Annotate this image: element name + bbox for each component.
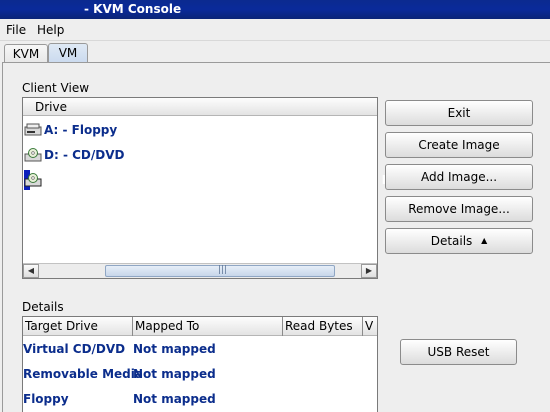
chevron-up-icon: ▲	[481, 236, 488, 245]
drive-label: S:\Software\Custom-Cisco-5.5.1.3.iso - I…	[44, 173, 407, 187]
mapped-to-cell: Not mapped	[133, 367, 216, 381]
tab-kvm[interactable]: KVM	[4, 44, 48, 64]
details-table[interactable]: Target Drive Mapped To Read Bytes V Virt…	[22, 316, 378, 412]
mapped-to-cell: Not mapped	[133, 342, 216, 356]
window-title: - KVM Console	[84, 2, 182, 16]
iso-image-icon	[24, 173, 42, 187]
drive-column-header[interactable]: Drive	[23, 98, 377, 116]
scroll-thumb[interactable]: |||	[105, 265, 335, 277]
col-v[interactable]: V	[363, 317, 377, 336]
details-label: Details	[22, 300, 64, 314]
table-row[interactable]: Virtual CD/DVD Not mapped	[23, 337, 377, 361]
details-button[interactable]: Details ▲	[385, 228, 533, 254]
drive-column-label: Drive	[35, 100, 67, 114]
horizontal-scrollbar[interactable]: ◀ ||| ▶	[23, 263, 377, 278]
usb-reset-button[interactable]: USB Reset	[400, 339, 517, 365]
table-row[interactable]: Removable Media Not mapped	[23, 362, 377, 386]
scroll-right-icon[interactable]: ▶	[361, 264, 377, 278]
drive-row-iso[interactable]: S:\Software\Custom-Cisco-5.5.1.3.iso - I…	[24, 170, 406, 190]
target-drive-cell: Floppy	[23, 392, 69, 406]
details-table-header: Target Drive Mapped To Read Bytes V	[23, 317, 377, 336]
details-button-label: Details	[430, 234, 473, 248]
target-drive-cell: Virtual CD/DVD	[23, 342, 126, 356]
drive-label: D: - CD/DVD	[44, 148, 125, 162]
col-read-bytes[interactable]: Read Bytes	[283, 317, 363, 336]
target-drive-cell: Removable Media	[23, 367, 143, 381]
menu-help[interactable]: Help	[37, 23, 64, 37]
add-image-button[interactable]: Add Image...	[385, 164, 533, 190]
exit-button[interactable]: Exit	[385, 100, 533, 126]
create-image-button[interactable]: Create Image	[385, 132, 533, 158]
menu-bar: File Help	[0, 19, 550, 41]
title-bar: - KVM Console	[0, 0, 550, 19]
mapped-to-cell: Not mapped	[133, 392, 216, 406]
table-row[interactable]: Floppy Not mapped	[23, 387, 377, 411]
client-view-label: Client View	[22, 81, 90, 95]
drive-label: A: - Floppy	[44, 123, 118, 137]
col-mapped-to[interactable]: Mapped To	[133, 317, 283, 336]
tab-strip: KVM VM	[0, 41, 550, 64]
tab-vm[interactable]: VM	[48, 43, 88, 64]
col-target-drive[interactable]: Target Drive	[23, 317, 133, 336]
drive-list[interactable]: Drive A: - Floppy D: - CD/DVD S:\Softwar…	[22, 97, 406, 279]
remove-image-button[interactable]: Remove Image...	[385, 196, 533, 222]
floppy-drive-icon	[24, 123, 42, 136]
cd-drive-icon	[24, 148, 42, 162]
scroll-left-icon[interactable]: ◀	[23, 264, 39, 278]
menu-file[interactable]: File	[6, 23, 26, 37]
